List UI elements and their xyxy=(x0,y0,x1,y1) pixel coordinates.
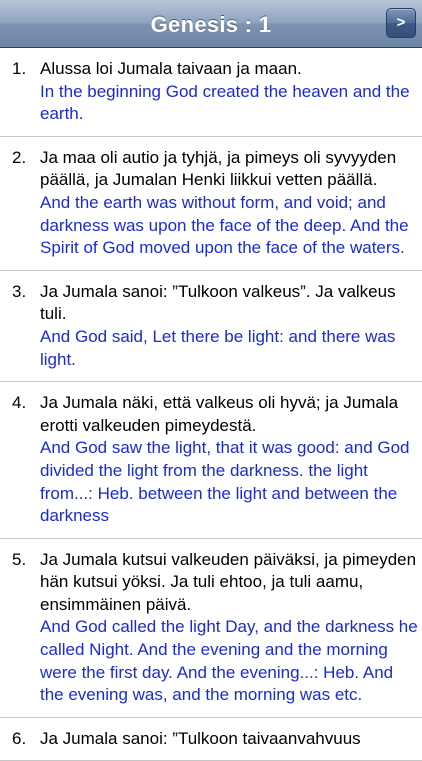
verse-row-1[interactable]: 1. Alussa loi Jumala taivaan ja maan. In… xyxy=(0,48,422,137)
verse-number: 1. xyxy=(12,59,27,78)
next-chapter-button[interactable]: > xyxy=(386,8,416,38)
verse-number: 6. xyxy=(12,728,27,748)
verse-row-6[interactable]: 6. Ja Jumala sanoi: ”Tulkoon taivaanvahv… xyxy=(0,718,422,761)
verse-english-text: And God saw the light, that it was good:… xyxy=(40,438,410,526)
verse-finnish-text: Ja Jumala sanoi: ”Tulkoon taivaanvahvuus xyxy=(40,728,361,748)
verse-number: 3. xyxy=(12,281,27,301)
verse-row-5[interactable]: 5. Ja Jumala kutsui valkeuden päiväksi, … xyxy=(0,539,422,718)
verse-english-text: And the earth was without form, and void… xyxy=(40,192,409,258)
verse-finnish-text: Ja maa oli autio ja tyhjä, ja pimeys oli… xyxy=(40,147,397,190)
verse-row-4[interactable]: 4. Ja Jumala näki, että valkeus oli hyvä… xyxy=(0,382,422,539)
chapter-title: Genesis : 1 xyxy=(150,12,272,37)
verse-list[interactable]: 1. Alussa loi Jumala taivaan ja maan. In… xyxy=(0,48,422,761)
verse-number: 5. xyxy=(12,549,27,569)
verse-finnish-text: Ja Jumala näki, että valkeus oli hyvä; j… xyxy=(40,393,399,435)
verse-english-text: In the beginning God created the heaven … xyxy=(40,81,410,124)
verse-finnish-text: Ja Jumala kutsui valkeuden päiväksi, ja … xyxy=(40,549,417,614)
navigation-bar: Genesis : 1 > xyxy=(0,0,422,48)
verse-english-text: And God said, Let there be light: and th… xyxy=(40,326,396,369)
verse-number: 4. xyxy=(12,393,27,413)
verse-row-2[interactable]: 2. Ja maa oli autio ja tyhjä, ja pimeys … xyxy=(0,137,422,271)
chevron-right-icon: > xyxy=(396,14,406,31)
verse-number: 2. xyxy=(12,147,27,167)
verse-finnish-text: Ja Jumala sanoi: ”Tulkoon valkeus”. Ja v… xyxy=(40,281,396,324)
verse-english-text: And God called the light Day, and the da… xyxy=(40,617,418,705)
verse-finnish-text: Alussa loi Jumala taivaan ja maan. xyxy=(40,59,302,78)
verse-row-3[interactable]: 3. Ja Jumala sanoi: ”Tulkoon valkeus”. J… xyxy=(0,271,422,383)
